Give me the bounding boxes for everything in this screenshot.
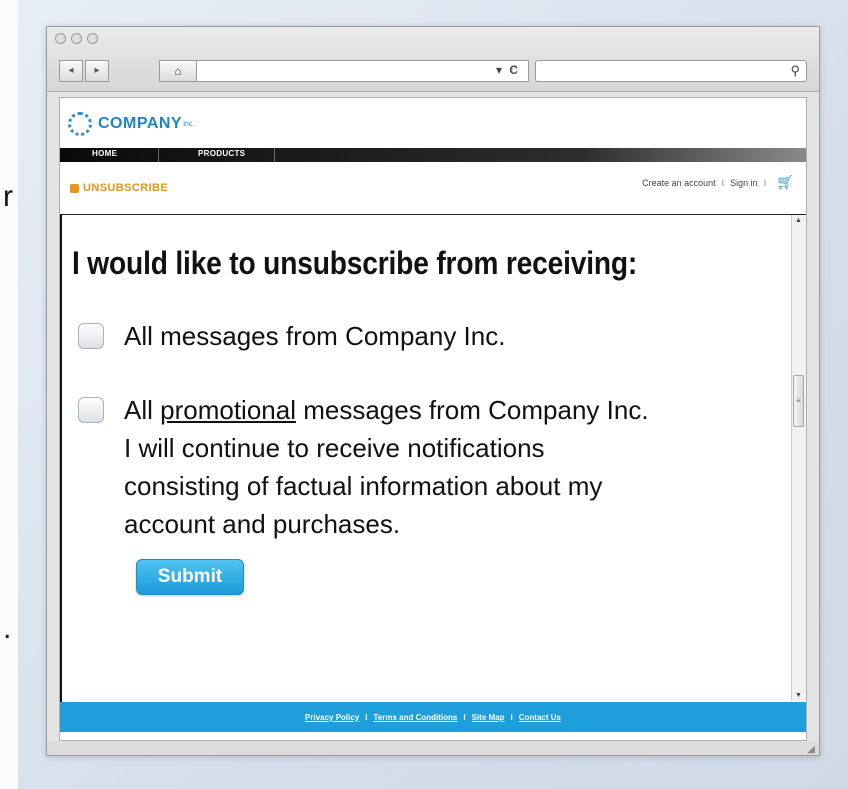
option-text: messages from Company Inc. (295, 395, 649, 425)
nav-divider (158, 148, 159, 162)
site-nav: HOME PRODUCTS (60, 148, 806, 162)
option-text: All (124, 395, 161, 425)
all-messages-label: All messages from Company Inc. (124, 321, 506, 351)
close-window-button[interactable] (55, 33, 66, 44)
address-bar[interactable]: ⌂ ▾ C (159, 60, 529, 82)
section-label: UNSUBSCRIBE (70, 182, 168, 194)
browser-toolbar: ◂ ▸ ⌂ ▾ C ☼ ⚲ (47, 27, 819, 92)
footer-separator: I (510, 712, 513, 722)
site-map-link[interactable]: Site Map (472, 713, 505, 722)
slide-side-panel (0, 0, 18, 789)
loading-icon: ☼ (509, 62, 520, 76)
logo-suffix: Inc. (183, 120, 195, 128)
unsubscribe-form: I would like to unsubscribe from receivi… (60, 214, 806, 702)
scroll-down-icon[interactable]: ▼ (795, 692, 802, 699)
search-input[interactable]: ⚲ (535, 60, 807, 82)
promotional-messages-checkbox[interactable] (78, 397, 104, 423)
company-logo[interactable]: COMPANY Inc. (68, 110, 194, 138)
option-note-line: I will continue to receive notifications (124, 433, 545, 463)
footer-separator: I (463, 712, 466, 722)
slide-text-fragment: . (3, 612, 12, 645)
search-icon[interactable]: ⚲ (790, 63, 800, 79)
home-button[interactable]: ⌂ (160, 61, 197, 81)
slide-text-fragment: r (3, 180, 13, 213)
section-label-text: UNSUBSCRIBE (83, 182, 169, 194)
home-icon: ⌂ (174, 64, 182, 78)
site-footer: Privacy Policy I Terms and Conditions I … (60, 702, 806, 732)
terms-link[interactable]: Terms and Conditions (374, 713, 458, 722)
section-bullet-icon (70, 183, 79, 193)
resize-grip-icon[interactable]: ◢ (807, 744, 815, 755)
nav-home[interactable]: HOME (92, 149, 117, 158)
dropdown-icon[interactable]: ▾ (496, 63, 502, 77)
scroll-thumb[interactable]: ≡ (793, 375, 804, 427)
vertical-scrollbar[interactable]: ▲ ≡ ▼ (791, 215, 806, 701)
cart-icon[interactable]: 🛒︎ (776, 174, 794, 191)
status-bar: ◢ (47, 741, 819, 755)
back-button[interactable]: ◂ (59, 60, 83, 82)
promotional-messages-label: All promotional messages from Company In… (124, 391, 649, 429)
footer-separator: I (365, 712, 368, 722)
browser-window: ◂ ▸ ⌂ ▾ C ☼ ⚲ COMPANY Inc. HOME PRODUCTS (46, 26, 820, 756)
submit-button[interactable]: Submit (136, 559, 244, 595)
option-note-line: consisting of factual information about … (124, 471, 603, 501)
forward-arrow-icon: ▸ (94, 65, 100, 76)
form-heading: I would like to unsubscribe from receivi… (72, 245, 638, 281)
logo-ring-icon (68, 112, 92, 136)
privacy-policy-link[interactable]: Privacy Policy (305, 713, 359, 722)
option-note-line: account and purchases. (124, 509, 401, 539)
nav-products[interactable]: PRODUCTS (198, 149, 245, 158)
link-separator: I (763, 177, 767, 188)
promotional-term: promotional (160, 395, 296, 425)
create-account-link[interactable]: Create an account (642, 178, 716, 188)
forward-button[interactable]: ▸ (85, 60, 109, 82)
all-messages-checkbox[interactable] (78, 323, 104, 349)
back-arrow-icon: ◂ (68, 65, 74, 76)
minimize-window-button[interactable] (71, 33, 82, 44)
logo-text: COMPANY (98, 115, 183, 132)
sign-in-link[interactable]: Sign in (730, 178, 758, 188)
account-links: Create an account I Sign in I 🛒︎ (642, 174, 794, 191)
scroll-up-icon[interactable]: ▲ (795, 217, 802, 224)
contact-us-link[interactable]: Contact Us (519, 713, 561, 722)
nav-divider (274, 148, 275, 162)
zoom-window-button[interactable] (87, 33, 98, 44)
web-page: COMPANY Inc. HOME PRODUCTS UNSUBSCRIBE C… (59, 97, 807, 741)
link-separator: I (721, 177, 725, 188)
